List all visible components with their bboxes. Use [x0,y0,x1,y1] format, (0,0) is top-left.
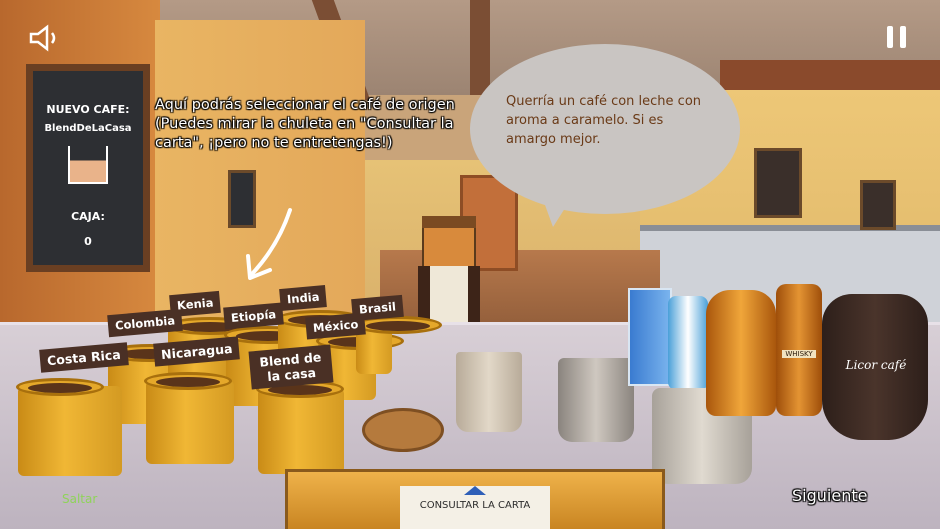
tutorial-hint: Aquí podrás seleccionar el café de orige… [155,97,455,151]
milk-jug[interactable] [558,358,634,442]
speech-bubble-tail [545,205,567,227]
customer-character [418,216,480,328]
cup-icon [68,146,108,184]
chevron-up-icon[interactable] [464,486,486,495]
cash-label: CAJA: [71,210,105,223]
whisky-bottle[interactable]: WHISKY [776,284,822,416]
label-brasil[interactable]: Brasil [351,294,404,322]
pause-icon[interactable] [884,24,910,55]
order-board: NUEVO CAFE: BlendDeLaCasa CAJA: 0 [26,64,150,272]
label-kenia[interactable]: Kenia [169,290,222,318]
coffee-tin-nicaragua[interactable] [144,372,234,464]
syrup-bottle[interactable] [706,290,776,416]
coffee-tin-costa-rica[interactable] [16,378,122,476]
milk-carton[interactable] [628,288,672,386]
board-coffee-name: BlendDeLaCasa [44,123,132,134]
consult-menu-button[interactable]: CONSULTAR LA CARTA [400,500,550,511]
skip-button[interactable]: Saltar [62,492,97,506]
paper-cup[interactable] [456,352,522,432]
coffee-tin-blend[interactable] [256,380,344,474]
cup-lid[interactable] [362,408,444,452]
customer-hair [422,216,476,228]
wall-picture [860,180,896,230]
wall-picture [754,148,802,218]
liqueur-label: Licor café [845,358,907,372]
speaker-icon[interactable] [28,24,62,57]
hint-arrow-icon [246,208,292,280]
cream-spray[interactable] [668,296,708,390]
customer-order-text: Querría un café con leche con aroma a ca… [506,94,702,147]
board-title: NUEVO CAFE: [46,103,130,116]
coffee-liqueur-bottle[interactable]: Licor café [822,294,928,440]
ceiling-beam [470,0,490,95]
whisky-label: WHISKY [782,350,816,358]
next-button[interactable]: Siguiente [792,486,867,505]
label-blend-de-la-casa[interactable]: Blend de la casa [248,344,334,390]
label-india[interactable]: India [279,285,328,311]
cash-value: 0 [84,235,92,248]
